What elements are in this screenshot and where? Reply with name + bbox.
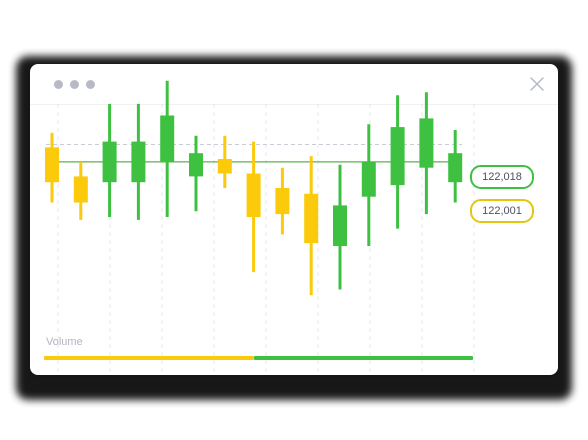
chart-window: Volume 122,018 122,001: [30, 64, 558, 375]
candle-body: [45, 147, 59, 183]
candle-body: [304, 193, 319, 244]
candle-body: [102, 141, 117, 183]
candle-body: [448, 153, 463, 183]
candle-body: [275, 188, 290, 215]
candle-body: [419, 118, 434, 168]
price-tag-lower: 122,001: [470, 199, 534, 223]
candle-body: [160, 115, 175, 162]
candle-body: [333, 205, 347, 246]
candle-body: [217, 159, 232, 174]
volume-up-bar: [254, 356, 473, 360]
candle-body: [390, 127, 405, 186]
candle-body: [189, 153, 203, 177]
candle-body: [131, 141, 146, 183]
candle-body: [246, 173, 261, 217]
price-tag-upper: 122,018: [470, 165, 534, 189]
volume-down-bar: [44, 356, 255, 360]
candle-body: [73, 176, 88, 203]
volume-label: Volume: [46, 336, 83, 348]
candle-body: [361, 161, 376, 197]
